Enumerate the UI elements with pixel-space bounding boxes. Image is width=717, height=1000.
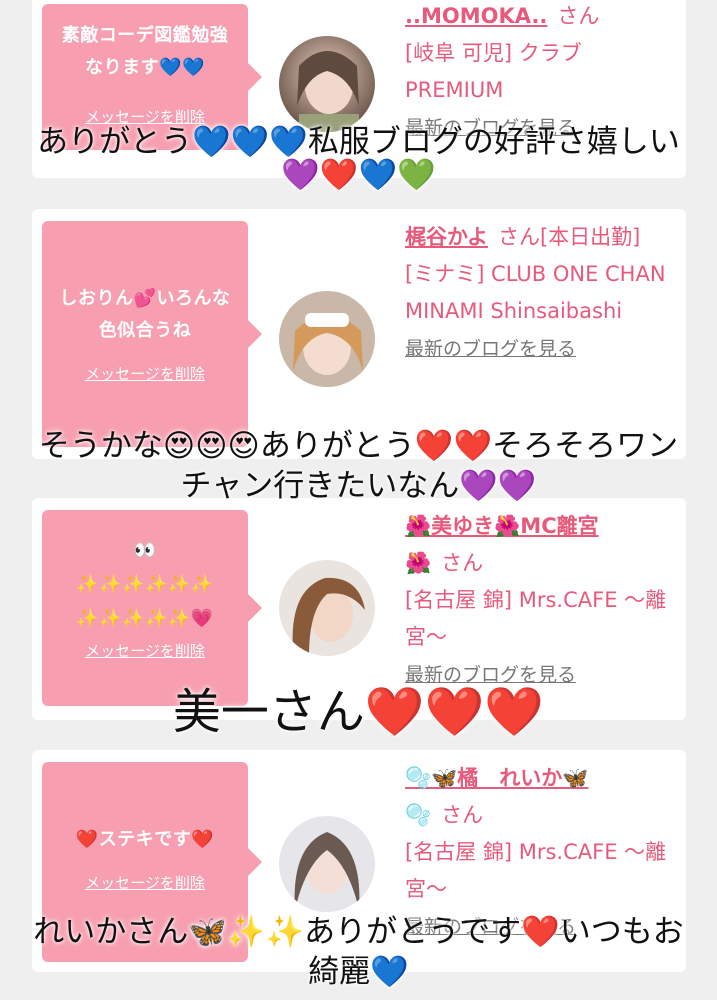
message-text: しおりん💕いろんな色似合うね [59,288,231,341]
overlay-caption: 綺麗💙 [308,954,409,990]
message-text: ❤️ステキです❤️ [75,829,215,850]
avatar-photo-icon [279,291,375,387]
profile-name-link[interactable]: 🫧🦋橘 れいか🦋 [405,766,588,790]
message-text: 素敵コーデ図鑑勉強なります💙💙 [61,25,229,78]
honorific: さん [441,803,484,827]
message-bubble: しおりん💕いろんな色似合うね メッセージを削除 [42,221,262,447]
profile-info: 梶谷かよ さん[本日出勤] [ミナミ] CLUB ONE CHAN MINAMI … [405,219,675,368]
profile-info: 🌺美ゆき🌺MC離宮 🌺 さん [名古屋 錦] Mrs.CAFE 〜離宮〜 最新のブ… [405,508,675,694]
shop-text: [名古屋 錦] Mrs.CAFE 〜離宮〜 [405,588,667,649]
overlay-caption: チャン行きたいなん💜💜 [180,468,537,504]
overlay-caption: そうかな😍😍😍ありがとう❤️❤️そろそろワン [38,428,679,464]
delete-message-link[interactable]: メッセージを削除 [42,872,248,893]
latest-blog-link[interactable]: 最新のブログを見る [405,338,576,360]
overlay-caption: れいかさん🦋✨✨ありがとうです❤️いつもお [33,914,684,950]
overlay-caption: ありがとう💙💙💙私服ブログの好評さ嬉しい [37,124,680,160]
avatar[interactable] [279,816,375,912]
avatar-photo-icon [279,560,375,656]
honorific: さん [441,551,484,575]
profile-name-link[interactable]: 梶谷かよ [405,225,488,249]
name-emoji: 🫧 [405,803,432,827]
shop-text: [ミナミ] CLUB ONE CHAN MINAMI Shinsaibashi [405,262,666,323]
avatar[interactable] [279,560,375,656]
avatar-photo-icon [279,816,375,912]
overlay-caption: 美一さん❤️❤️❤️ [172,684,545,740]
honorific: さん [557,4,600,28]
overlay-caption: 💜❤️💙💚 [281,157,436,193]
shop-text: [名古屋 錦] Mrs.CAFE 〜離宮〜 [405,840,667,901]
name-emoji: 🌺 [405,551,432,575]
shop-text: [岐阜 可児] クラブ PREMIUM [405,41,582,102]
message-text: 👀 ✨✨✨✨✨✨ ✨✨✨✨✨💗 [76,540,214,629]
profile-name-link[interactable]: 🌺美ゆき🌺MC離宮 [405,514,599,538]
delete-message-link[interactable]: メッセージを削除 [42,363,248,384]
delete-message-link[interactable]: メッセージを削除 [42,640,248,661]
honorific: さん[本日出勤] [497,225,641,249]
avatar[interactable] [279,291,375,387]
profile-name-link[interactable]: ..MOMOKA.. [405,4,547,28]
